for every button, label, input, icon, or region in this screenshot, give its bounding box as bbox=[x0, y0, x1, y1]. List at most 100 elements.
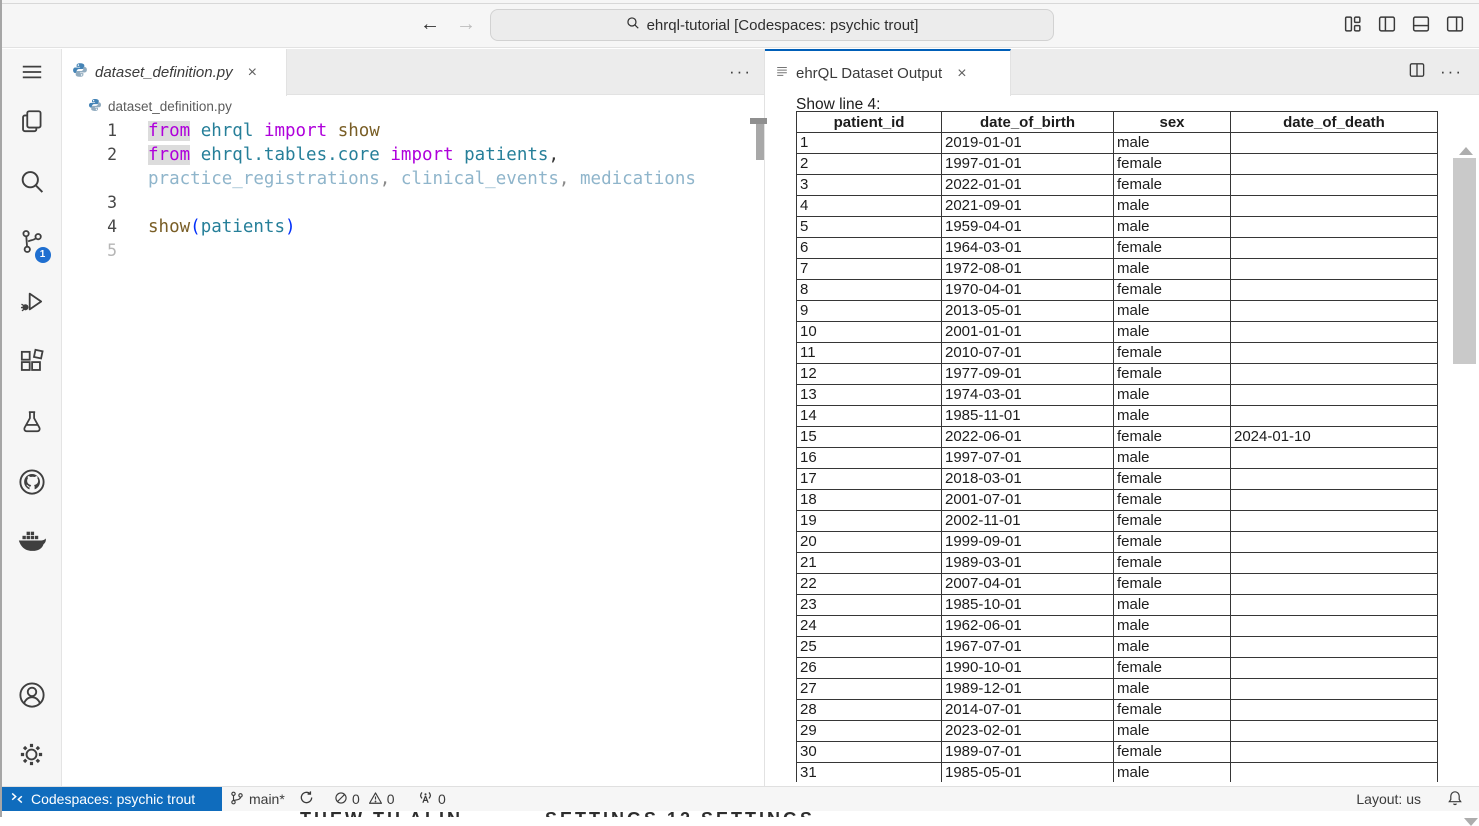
table-cell: male bbox=[1114, 259, 1231, 280]
settings-button[interactable] bbox=[15, 740, 49, 774]
table-cell bbox=[1231, 322, 1438, 343]
scroll-up-arrow-icon[interactable] bbox=[1459, 147, 1473, 155]
table-row: 201999-09-01female bbox=[797, 532, 1438, 553]
scroll-down-arrow-icon[interactable] bbox=[1464, 818, 1478, 826]
remote-indicator[interactable]: Codespaces: psychic trout bbox=[0, 787, 222, 811]
error-count: 0 bbox=[352, 791, 360, 807]
table-cell: 18 bbox=[797, 490, 942, 511]
remote-icon bbox=[10, 791, 24, 808]
sidebar-item-run-debug[interactable] bbox=[15, 287, 49, 321]
split-editor-icon[interactable] bbox=[1408, 61, 1426, 84]
more-actions-icon[interactable]: ··· bbox=[729, 62, 752, 82]
table-cell: 20 bbox=[797, 532, 942, 553]
table-cell: 2018-03-01 bbox=[942, 469, 1114, 490]
tab-dataset-definition[interactable]: dataset_definition.py × bbox=[62, 49, 287, 96]
sidebar-item-docker[interactable] bbox=[15, 527, 49, 561]
table-cell: female bbox=[1114, 742, 1231, 763]
background-window-strip: THEW TILALIN SETTINGS 12 SETTINGS bbox=[0, 811, 1479, 817]
table-cell bbox=[1231, 154, 1438, 175]
warning-count: 0 bbox=[387, 791, 395, 807]
sidebar-item-explorer[interactable] bbox=[15, 107, 49, 141]
breadcrumb[interactable]: dataset_definition.py bbox=[62, 95, 764, 118]
ports-status[interactable]: 0 bbox=[418, 787, 446, 811]
tab-label: dataset_definition.py bbox=[95, 64, 233, 81]
table-cell: 1989-07-01 bbox=[942, 742, 1114, 763]
table-row: 121977-09-01female bbox=[797, 364, 1438, 385]
command-center[interactable]: ehrql-tutorial [Codespaces: psychic trou… bbox=[490, 9, 1054, 41]
notifications-bell[interactable] bbox=[1447, 787, 1463, 811]
table-cell: 17 bbox=[797, 469, 942, 490]
extensions-icon bbox=[17, 347, 46, 381]
menu-button[interactable] bbox=[15, 57, 49, 91]
table-cell: male bbox=[1114, 133, 1231, 154]
code-text: from ehrql import show bbox=[117, 119, 380, 143]
tab-ehrql-dataset-output[interactable]: ehrQL Dataset Output × bbox=[765, 49, 1011, 96]
sidebar-item-search[interactable] bbox=[15, 167, 49, 201]
table-cell: 3 bbox=[797, 175, 942, 196]
branch-status[interactable]: main* bbox=[230, 787, 285, 811]
code-row[interactable]: 3 bbox=[62, 191, 764, 215]
toggle-primary-sidebar-icon[interactable] bbox=[1377, 14, 1397, 34]
keyboard-layout-status[interactable]: Layout: us bbox=[1356, 787, 1421, 811]
sidebar-item-source-control[interactable]: 1 bbox=[15, 227, 49, 261]
table-cell bbox=[1231, 238, 1438, 259]
table-cell: 28 bbox=[797, 700, 942, 721]
sync-icon bbox=[299, 790, 314, 808]
toggle-secondary-sidebar-icon[interactable] bbox=[1445, 14, 1465, 34]
table-cell: 25 bbox=[797, 637, 942, 658]
table-cell bbox=[1231, 217, 1438, 238]
table-cell bbox=[1231, 532, 1438, 553]
table-cell bbox=[1231, 448, 1438, 469]
code-editor[interactable]: 1from ehrql import show2from ehrql.table… bbox=[62, 118, 764, 263]
clipped-background-text: THEW TILALIN bbox=[300, 811, 463, 817]
code-row[interactable]: 4show(patients) bbox=[62, 215, 764, 239]
line-number: 1 bbox=[62, 119, 117, 143]
toggle-panel-icon[interactable] bbox=[1411, 14, 1431, 34]
table-cell: 1970-04-01 bbox=[942, 280, 1114, 301]
search-icon bbox=[17, 167, 46, 201]
breadcrumb-file-name: dataset_definition.py bbox=[108, 99, 232, 114]
close-tab-icon[interactable]: × bbox=[957, 66, 966, 82]
sidebar-item-testing[interactable] bbox=[15, 407, 49, 441]
table-cell: female bbox=[1114, 700, 1231, 721]
table-header-row: patient_iddate_of_birthsexdate_of_death bbox=[797, 112, 1438, 133]
more-actions-icon[interactable]: ··· bbox=[1440, 62, 1463, 82]
forward-arrow-icon[interactable]: → bbox=[456, 13, 476, 36]
table-cell bbox=[1231, 196, 1438, 217]
sync-button[interactable] bbox=[299, 787, 314, 811]
table-cell: 15 bbox=[797, 427, 942, 448]
table-cell bbox=[1231, 679, 1438, 700]
table-cell: female bbox=[1114, 511, 1231, 532]
back-arrow-icon[interactable]: ← bbox=[420, 13, 440, 36]
webview-scrollbar-thumb[interactable] bbox=[1453, 158, 1476, 364]
python-file-icon bbox=[88, 98, 102, 115]
table-cell: female bbox=[1114, 553, 1231, 574]
code-row[interactable]: 5 bbox=[62, 239, 764, 263]
accounts-button[interactable] bbox=[15, 680, 49, 714]
editor-scrollbar-thumb[interactable] bbox=[756, 124, 764, 160]
table-cell bbox=[1231, 511, 1438, 532]
code-row[interactable]: 1from ehrql import show bbox=[62, 119, 764, 143]
table-cell: 13 bbox=[797, 385, 942, 406]
table-cell: male bbox=[1114, 763, 1231, 783]
close-tab-icon[interactable]: × bbox=[248, 65, 257, 81]
table-cell: male bbox=[1114, 196, 1231, 217]
table-cell: male bbox=[1114, 385, 1231, 406]
clipped-background-text: SETTINGS 12 SETTINGS bbox=[545, 811, 815, 817]
problems-status[interactable]: 0 0 bbox=[334, 787, 395, 811]
account-icon bbox=[17, 680, 47, 715]
table-cell: 16 bbox=[797, 448, 942, 469]
table-cell: 11 bbox=[797, 343, 942, 364]
activity-bar: 1 bbox=[2, 49, 62, 786]
code-row[interactable]: practice_registrations, clinical_events,… bbox=[62, 167, 764, 191]
status-bar: Codespaces: psychic trout main* 0 0 0 La… bbox=[0, 786, 1479, 811]
sidebar-item-extensions[interactable] bbox=[15, 347, 49, 381]
table-cell: 14 bbox=[797, 406, 942, 427]
customize-layout-icon[interactable] bbox=[1343, 14, 1363, 34]
code-row[interactable]: 2from ehrql.tables.core import patients, bbox=[62, 143, 764, 167]
flask-icon bbox=[18, 408, 46, 441]
code-text: from ehrql.tables.core import patients, bbox=[117, 143, 559, 167]
sidebar-item-github[interactable] bbox=[15, 467, 49, 501]
table-row: 61964-03-01female bbox=[797, 238, 1438, 259]
table-cell: 1964-03-01 bbox=[942, 238, 1114, 259]
